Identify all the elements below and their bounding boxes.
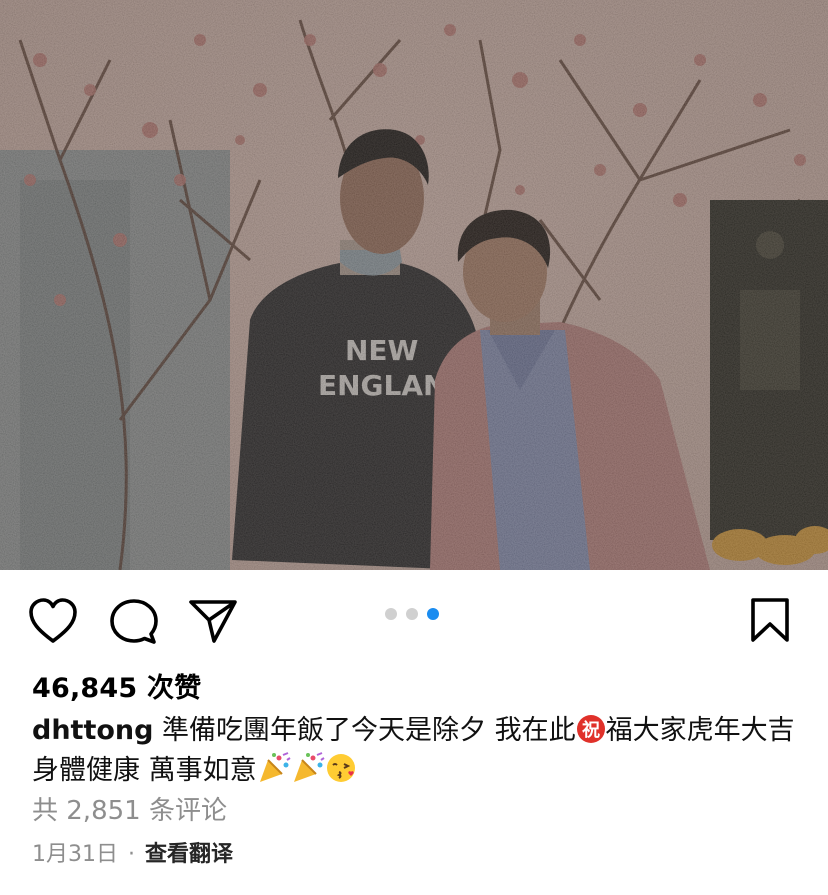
post-meta: 1月31日 · 查看翻译 xyxy=(32,836,233,868)
heart-icon[interactable] xyxy=(28,598,78,644)
post-date: 1月31日 xyxy=(32,842,118,867)
caption-text-part1: 準備吃團年飯了今天是除夕 我在此 xyxy=(153,715,576,746)
likes-count[interactable]: 46,845 次赞 xyxy=(32,666,201,705)
party-popper-icon xyxy=(257,752,291,784)
paper-plane-icon[interactable] xyxy=(188,598,238,644)
translate-link[interactable]: 查看翻译 xyxy=(145,842,233,867)
post-photo[interactable]: NEW ENGLAND xyxy=(0,0,828,570)
comment-bubble-icon[interactable] xyxy=(110,598,158,646)
blessing-emoji-char: 祝 xyxy=(582,719,600,741)
blessing-emoji-icon: 祝 xyxy=(576,714,606,744)
bookmark-icon[interactable] xyxy=(748,597,792,643)
post-action-bar xyxy=(0,570,828,670)
party-popper-icon xyxy=(291,752,325,784)
post-caption: dhttong 準備吃團年飯了今天是除夕 我在此祝福大家虎年大吉 身體健康 萬事… xyxy=(32,711,802,791)
photo-illustration: NEW ENGLAND xyxy=(0,0,828,570)
carousel-dot-3-active[interactable] xyxy=(427,608,439,620)
kissing-face-icon xyxy=(325,752,357,784)
meta-separator: · xyxy=(128,842,135,867)
carousel-dot-2[interactable] xyxy=(406,608,418,620)
view-comments-link[interactable]: 共 2,851 条评论 xyxy=(32,790,227,827)
caption-username[interactable]: dhttong xyxy=(32,715,153,746)
carousel-indicator xyxy=(385,608,439,622)
carousel-dot-1[interactable] xyxy=(385,608,397,620)
